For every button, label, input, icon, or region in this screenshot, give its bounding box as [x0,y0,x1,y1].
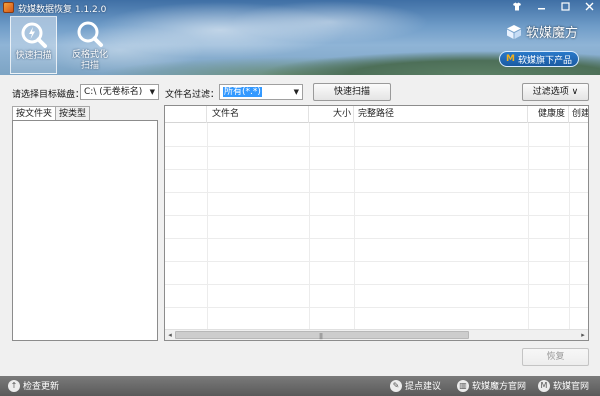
recover-button[interactable]: 恢复 [522,348,589,366]
check-update-link[interactable]: ↑ 检查更新 [8,379,59,392]
m-logo-icon: M [538,379,550,392]
disk-select-value: C:\ (无卷标名) [84,87,143,97]
chevron-down-icon: ▼ [149,88,155,96]
suggest-link[interactable]: ✎ 提点建议 [390,379,441,392]
m-logo-icon: M [506,54,515,64]
cube-icon: ▥ [457,379,469,392]
brand-logo[interactable]: 软媒魔方 [506,22,578,41]
magnifier-bolt-icon [21,22,47,48]
table-row [165,307,588,308]
table-row [165,192,588,193]
deep-scan-tool-button[interactable]: 反格式化扫描 [66,16,114,74]
table-row [165,284,588,285]
quick-scan-label: 快速扫描 [15,51,52,61]
table-row [165,261,588,262]
minimize-button[interactable] [534,2,548,14]
status-footer: ↑ 检查更新 ✎ 提点建议 ▥ 软媒魔方官网 M 软媒官网 [0,376,600,396]
disk-select[interactable]: C:\ (无卷标名) ▼ [80,84,159,100]
quick-scan-button[interactable]: 快速扫描 [313,83,391,101]
table-header: 文件名 大小 完整路径 健康度 创建 [165,106,588,123]
column-divider [207,123,208,331]
window-title: 软媒数据恢复 1.1.2.0 [18,5,107,15]
table-row [165,238,588,239]
column-divider [569,123,570,331]
disk-label: 请选择目标磁盘： [12,90,85,100]
column-divider [528,123,529,331]
ruanmei-site-link[interactable]: M 软媒官网 [538,379,589,392]
table-row [165,169,588,170]
mofang-site-label: 软媒魔方官网 [472,382,527,392]
column-divider [309,123,310,331]
mofang-site-link[interactable]: ▥ 软媒魔方官网 [457,379,526,392]
horizontal-scrollbar[interactable]: ◂ ||| ▸ [165,329,588,340]
check-update-label: 检查更新 [23,382,60,392]
table-body [165,123,588,331]
column-header-blank [165,106,207,123]
header-banner: 软媒数据恢复 1.1.2.0 快速扫描 反格式化扫描 软媒魔方 M 软媒旗下产品 [0,0,600,75]
column-header-health[interactable]: 健康度 [528,106,569,123]
brand-products-link[interactable]: M 软媒旗下产品 [499,51,579,67]
brand-pill-label: 软媒旗下产品 [517,55,572,66]
scroll-right-icon[interactable]: ▸ [578,330,588,340]
ruanmei-site-label: 软媒官网 [553,382,590,392]
chevron-down-icon: ▼ [293,88,299,96]
tab-by-type[interactable]: 按类型 [55,106,91,121]
file-table[interactable]: 文件名 大小 完整路径 健康度 创建 ◂ ||| ▸ [164,105,589,341]
filter-options-button[interactable]: 过滤选项 ∨ [522,83,589,101]
left-panel-tabs: 按文件夹 按类型 [12,106,91,122]
column-divider [354,123,355,331]
magnifier-icon [77,21,103,47]
filter-select[interactable]: 所有(*.*) ▼ [219,84,303,100]
arrow-up-icon: ↑ [8,379,20,392]
quick-scan-tool-button[interactable]: 快速扫描 [10,16,57,74]
deep-scan-label: 反格式化扫描 [71,50,108,71]
column-header-filename[interactable]: 文件名 [207,106,309,123]
close-button[interactable] [582,2,596,14]
column-header-created[interactable]: 创建 [569,106,588,123]
filter-select-value: 所有(*.*) [223,87,262,97]
folder-tree-panel[interactable] [12,120,158,341]
table-row [165,215,588,216]
column-header-path[interactable]: 完整路径 [354,106,528,123]
scrollbar-thumb[interactable]: ||| [175,331,469,340]
skin-icon[interactable] [510,2,524,14]
suggest-label: 提点建议 [405,382,442,392]
brand-name: 软媒魔方 [526,26,579,41]
maximize-button[interactable] [558,2,572,14]
title-bar: 软媒数据恢复 1.1.2.0 [0,0,600,16]
filter-label: 文件名过滤： [165,90,220,100]
table-row [165,146,588,147]
column-header-size[interactable]: 大小 [309,106,354,123]
scroll-left-icon[interactable]: ◂ [165,330,175,340]
lightbulb-icon: ✎ [390,379,402,392]
app-icon [3,2,14,13]
cube-icon [507,24,521,39]
